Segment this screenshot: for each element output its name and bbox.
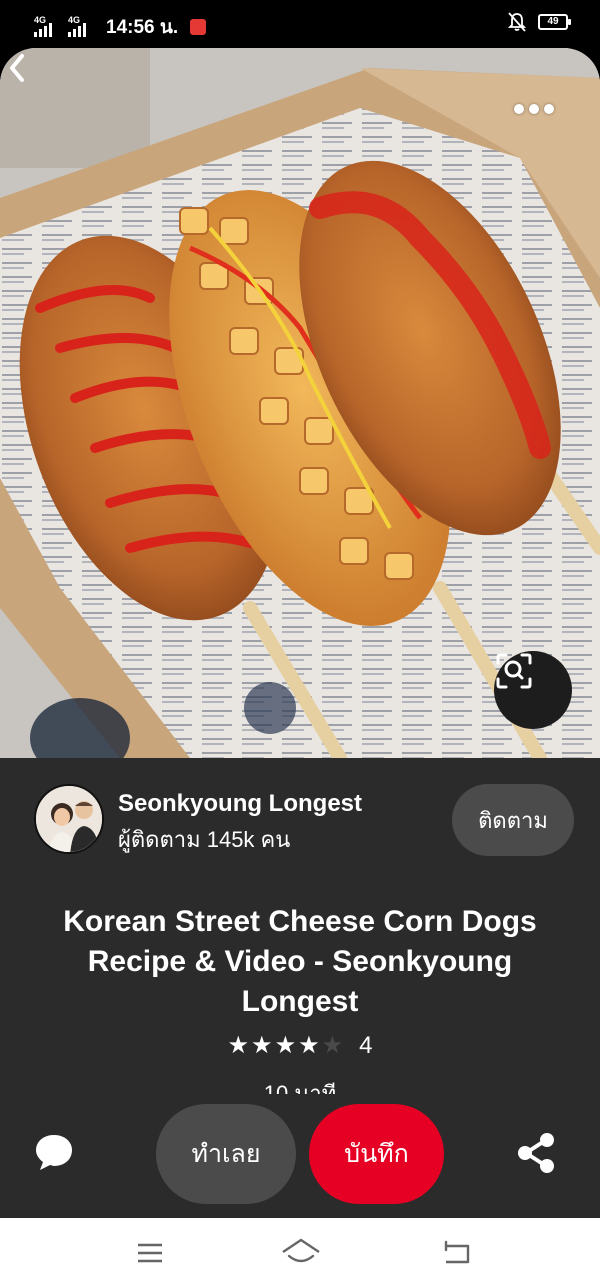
status-right: 49 xyxy=(508,12,571,32)
home-icon[interactable] xyxy=(280,1236,322,1268)
avatar[interactable] xyxy=(34,784,104,854)
star-icon: ★ xyxy=(298,1032,320,1059)
rating: ★ ★ ★ ★ ★ 4 xyxy=(0,1032,600,1060)
avatar-photo xyxy=(36,786,102,852)
cook-duration: 10 นาที xyxy=(263,1081,337,1094)
network-type-1: 4G xyxy=(34,15,47,25)
dot xyxy=(529,104,539,114)
rating-value: 4 xyxy=(359,1032,373,1059)
star-empty-icon: ★ xyxy=(321,1032,344,1059)
dot xyxy=(544,104,554,114)
action-bar: ทำเลย บันทึก xyxy=(0,1102,600,1206)
dot xyxy=(514,104,524,114)
follow-button[interactable]: ติดตาม xyxy=(452,784,574,856)
visual-search-button[interactable] xyxy=(494,651,572,729)
share-icon[interactable] xyxy=(516,1132,556,1174)
pin-title: Korean Street Cheese Corn Dogs Recipe & … xyxy=(63,905,537,1018)
battery-icon: 49 xyxy=(538,14,571,30)
save-button[interactable]: บันทึก xyxy=(309,1104,444,1204)
follower-count: ผู้ติดตาม 145k คน xyxy=(118,827,291,852)
mute-bell-icon xyxy=(508,12,526,32)
signal-icon: 4G xyxy=(68,15,96,37)
creator-name[interactable]: Seonkyoung Longest xyxy=(118,790,362,818)
clock: 14:56 น. xyxy=(106,17,179,38)
status-bar: 4G 4G 14:56 น. 49 xyxy=(0,0,600,48)
battery-level: 49 xyxy=(547,16,559,27)
notification-app-icon xyxy=(190,19,207,35)
creator-row: Seonkyoung Longest ผู้ติดตาม 145k คน ติด… xyxy=(34,784,574,860)
try-it-button[interactable]: ทำเลย xyxy=(156,1104,296,1204)
pin-details-panel: Seonkyoung Longest ผู้ติดตาม 145k คน ติด… xyxy=(0,758,600,1218)
star-icon: ★ xyxy=(274,1032,297,1059)
star-icon: ★ xyxy=(227,1032,250,1059)
menu-icon[interactable] xyxy=(136,1242,164,1264)
comment-icon[interactable] xyxy=(34,1132,74,1172)
network-type-2: 4G xyxy=(68,15,81,25)
status-left: 4G 4G 14:56 น. xyxy=(34,12,207,42)
signal-icon: 4G xyxy=(34,15,62,37)
pin-image[interactable] xyxy=(0,48,600,758)
back-arrow-icon[interactable] xyxy=(440,1238,474,1266)
visual-search-icon xyxy=(496,653,532,689)
back-chevron-icon[interactable] xyxy=(0,48,36,88)
more-options-button[interactable] xyxy=(514,98,560,120)
system-navigation-bar xyxy=(0,1218,600,1287)
star-icon: ★ xyxy=(251,1032,273,1059)
